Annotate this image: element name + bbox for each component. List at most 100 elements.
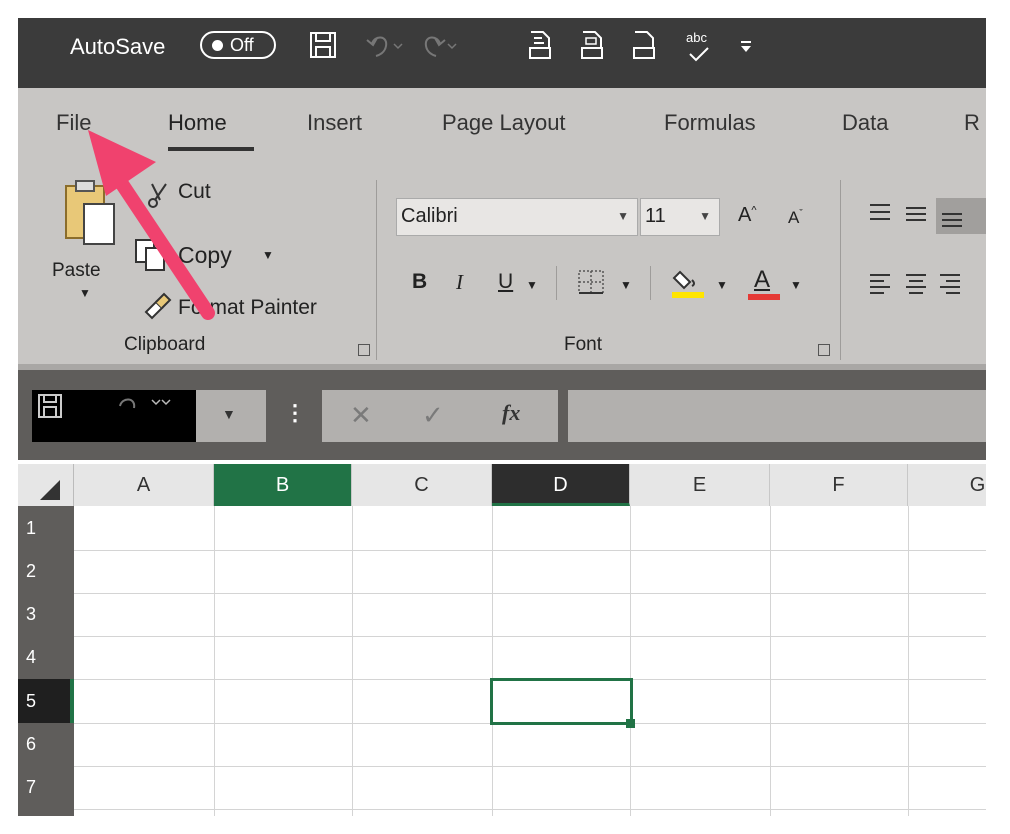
align-bottom-button[interactable] — [936, 198, 986, 234]
row-header-5[interactable]: 5 — [18, 679, 74, 723]
gridline — [214, 506, 215, 816]
group-separator-2 — [840, 180, 841, 360]
row-header-3[interactable]: 3 — [18, 593, 74, 636]
check-icon — [689, 47, 709, 62]
align-bottom-icon — [942, 213, 962, 227]
excel-window: AutoSave Off abc File Home Insert Page L… — [18, 18, 986, 816]
undo-icon — [119, 398, 171, 409]
gridline — [74, 636, 986, 637]
row-header-7[interactable]: 7 — [18, 766, 74, 816]
formula-bar-area: ▼ ⋮ ✕ ✓ fx — [18, 370, 986, 460]
borders-dropdown-icon[interactable]: ▼ — [620, 278, 632, 292]
font-separator-2 — [650, 266, 651, 300]
quick-print-icon[interactable] — [578, 30, 606, 62]
print-preview-icon[interactable] — [526, 30, 554, 62]
decrease-font-size-icon[interactable]: Aˇ — [788, 208, 803, 228]
select-all-icon — [40, 480, 60, 500]
gridline — [770, 506, 771, 816]
group-separator — [376, 180, 377, 360]
underline-button[interactable]: U — [498, 270, 513, 294]
annotation-arrow — [88, 130, 215, 320]
gridline — [352, 506, 353, 816]
title-bar: AutoSave Off abc — [18, 18, 986, 88]
fill-color-icon[interactable] — [670, 266, 706, 300]
font-name-combo[interactable]: Calibri ▼ — [396, 198, 638, 236]
cancel-icon[interactable]: ✕ — [350, 400, 372, 431]
save-icon[interactable] — [308, 30, 338, 60]
column-headers: A B C D E F G — [18, 464, 986, 506]
toggle-knob — [212, 40, 223, 51]
align-center-icon[interactable] — [904, 272, 928, 298]
gridline — [74, 809, 986, 810]
print-icon[interactable] — [630, 30, 658, 62]
active-cell-d5[interactable] — [490, 678, 633, 725]
autosave-label: AutoSave — [70, 34, 166, 59]
column-header-g[interactable]: G — [908, 464, 986, 506]
formula-bar-splitter[interactable]: ⋮ — [284, 400, 306, 426]
insert-function-button[interactable]: fx — [502, 400, 520, 426]
clipboard-group-label: Clipboard — [124, 334, 206, 355]
align-top-icon[interactable] — [868, 202, 892, 224]
tab-insert[interactable]: Insert — [307, 110, 362, 136]
font-color-button[interactable]: A — [748, 266, 780, 300]
font-size-combo[interactable]: 11 ▼ — [640, 198, 720, 236]
font-color-swatch — [748, 294, 780, 300]
gridline — [908, 506, 909, 816]
customize-qat-icon[interactable] — [738, 40, 754, 54]
column-header-c[interactable]: C — [352, 464, 492, 506]
formula-input[interactable] — [568, 390, 986, 442]
font-size-dropdown-icon: ▼ — [699, 209, 711, 223]
font-separator — [556, 266, 557, 300]
font-name-dropdown-icon: ▼ — [617, 209, 629, 223]
toggle-state: Off — [230, 35, 254, 55]
gridline — [74, 550, 986, 551]
row-header-4[interactable]: 4 — [18, 636, 74, 679]
fill-color-dropdown-icon[interactable]: ▼ — [716, 278, 728, 292]
row-header-6[interactable]: 6 — [18, 723, 74, 766]
font-color-dropdown-icon[interactable]: ▼ — [790, 278, 802, 292]
row-header-2[interactable]: 2 — [18, 550, 74, 593]
tab-page-layout[interactable]: Page Layout — [442, 110, 566, 136]
save-icon — [38, 394, 62, 418]
gridline — [74, 766, 986, 767]
name-box-dropdown[interactable]: ▼ — [196, 390, 266, 442]
undo-icon[interactable] — [364, 30, 404, 60]
formula-buttons: ✕ ✓ fx — [322, 390, 558, 442]
tab-formulas[interactable]: Formulas — [664, 110, 756, 136]
column-header-e[interactable]: E — [630, 464, 770, 506]
font-group-label: Font — [564, 334, 603, 355]
bold-button[interactable]: B — [412, 270, 427, 294]
gridline — [74, 593, 986, 594]
align-right-icon[interactable] — [938, 272, 962, 298]
column-header-f[interactable]: F — [770, 464, 908, 506]
select-all-corner[interactable] — [18, 464, 74, 506]
font-name-value: Calibri — [401, 205, 458, 227]
spelling-label: abc — [686, 30, 707, 45]
column-header-b[interactable]: B — [214, 464, 352, 506]
italic-button[interactable]: I — [456, 270, 463, 295]
gridline — [630, 506, 631, 816]
align-middle-icon[interactable] — [904, 202, 928, 224]
font-dialog-launcher[interactable] — [818, 344, 830, 356]
enter-icon[interactable]: ✓ — [422, 400, 444, 431]
row-header-1[interactable]: 1 — [18, 506, 74, 550]
autosave-toggle[interactable]: Off — [200, 31, 276, 59]
tab-data[interactable]: Data — [842, 110, 888, 136]
spelling-icon[interactable]: abc — [682, 30, 716, 64]
redo-icon[interactable] — [418, 30, 458, 60]
increase-font-size-icon[interactable]: A^ — [738, 204, 757, 227]
borders-icon[interactable] — [576, 268, 608, 298]
align-left-icon[interactable] — [868, 272, 892, 298]
gridline — [492, 506, 493, 816]
name-box[interactable] — [32, 390, 196, 442]
column-header-d[interactable]: D — [492, 464, 630, 506]
underline-dropdown-icon[interactable]: ▼ — [526, 278, 538, 292]
column-header-a[interactable]: A — [74, 464, 214, 506]
chevron-down-icon: ▼ — [222, 406, 236, 422]
font-color-letter: A — [754, 266, 771, 293]
clipboard-dialog-launcher[interactable] — [358, 344, 370, 356]
copy-dropdown-arrow[interactable]: ▼ — [262, 248, 274, 262]
cell-grid[interactable] — [74, 506, 986, 816]
fill-handle[interactable] — [626, 719, 635, 728]
tab-review-partial[interactable]: R — [964, 110, 980, 136]
